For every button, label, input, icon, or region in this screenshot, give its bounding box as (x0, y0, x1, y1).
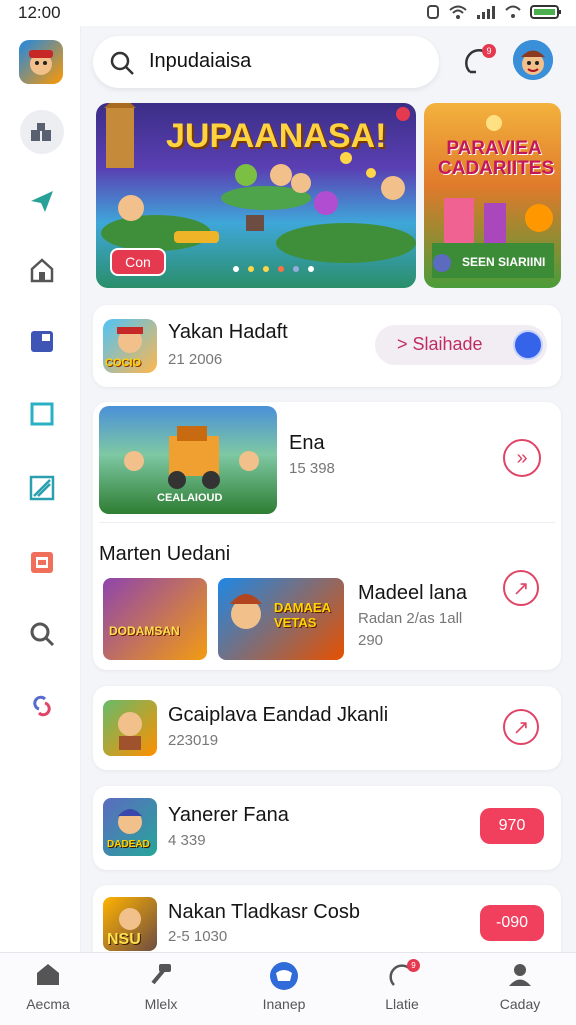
tab-aecma[interactable]: Aecma (0, 961, 96, 1012)
game-thumbnail: DADEAD (103, 798, 157, 856)
banner-close-badge[interactable] (396, 107, 410, 121)
arrow-right-icon: » (516, 446, 528, 469)
list-group: CEALAIOUD Ena 15 398 » Marten Uedani DOD… (93, 402, 561, 670)
item-title: Yakan Hadaft (168, 321, 288, 343)
secondary-banner-title: PARAVIEA CADARIITES (438, 138, 555, 179)
app-logo[interactable] (19, 40, 63, 84)
status-bar: 12:00 (0, 0, 576, 26)
game-thumbnail-2: DAMAEA VETAS (218, 578, 344, 660)
game-thumbnail (103, 700, 157, 756)
edit-icon (29, 475, 55, 501)
game-thumbnail: CEALAIOUD (99, 406, 277, 514)
controller-icon (270, 962, 298, 990)
hammer-icon (151, 964, 171, 985)
search-icon (30, 622, 55, 647)
sidebar-item-home[interactable] (20, 248, 64, 292)
divider (99, 522, 555, 523)
item-subtitle-2: 290 (358, 632, 384, 649)
profile-icon (509, 964, 531, 986)
sidebar-item-square[interactable] (20, 392, 64, 436)
window-icon (31, 331, 53, 352)
hero-banner-secondary[interactable]: PARAVIEA CADARIITES SEEN SIARIINI (424, 103, 561, 288)
wifi-icon-2 (504, 5, 522, 24)
tab-badge: 9 (407, 959, 420, 972)
open-button[interactable]: » (503, 439, 541, 477)
sidebar-item-window[interactable] (20, 319, 64, 363)
wifi-icon (448, 5, 468, 24)
search-input[interactable]: Inpudaiaisa (149, 50, 251, 73)
item-title: Gcaiplava Eandad Jkanli (168, 704, 389, 726)
bottom-nav: Aecma Mlelx Inanep 9 Llatie Caday (0, 952, 576, 1025)
open-button[interactable]: ↗ (503, 709, 539, 745)
chat-bubble-icon (513, 330, 543, 360)
search-bar[interactable]: Inpudaiaisa (93, 36, 439, 88)
item-title: Yanerer Fana (168, 804, 289, 826)
send-icon (31, 191, 53, 212)
item-subtitle: Radan 2/as 1all (358, 610, 463, 627)
item-title: Madeel lana (358, 582, 467, 604)
game-thumbnail: COCIO (103, 319, 157, 373)
search-icon (109, 50, 135, 81)
list-item-ena[interactable]: CEALAIOUD Ena 15 398 » (93, 402, 561, 522)
home-icon (30, 258, 54, 283)
avatar[interactable] (513, 40, 553, 80)
list-item[interactable]: COCIO Yakan Hadaft 21 2006 > Slaihade (93, 305, 561, 387)
sidebar-item-edit[interactable] (20, 466, 64, 510)
item-subtitle: 15 398 (289, 460, 335, 477)
blocks-icon (31, 123, 51, 141)
signal-icon (476, 5, 496, 24)
sidebar-item-gallery[interactable] (20, 540, 64, 584)
sidebar-item-search[interactable] (20, 612, 64, 656)
square-icon (30, 402, 54, 426)
item-subtitle: 21 2006 (168, 351, 223, 368)
hero-banner-title: JUPAANASA! (166, 117, 387, 155)
character-logo-icon (29, 50, 53, 75)
battery-icon (530, 4, 562, 25)
tab-mlelx[interactable]: Mlelx (113, 961, 209, 1012)
item-subtitle: 4 339 (168, 832, 206, 849)
tab-llatie[interactable]: 9 Llatie (354, 959, 450, 1012)
character-thumbnail-icon (118, 712, 142, 750)
list-item[interactable]: DADEAD Yanerer Fana 4 339 970 (93, 786, 561, 870)
home-icon (37, 964, 59, 985)
arrow-up-right-icon: ↗ (512, 716, 530, 739)
list-item-madeel[interactable]: DODAMSAN DAMAEA VETAS Madeel lana Radan … (93, 570, 561, 667)
sidebar (0, 26, 81, 952)
link-icon (33, 695, 51, 717)
avatar-character-icon (513, 40, 553, 80)
open-button[interactable]: ↗ (503, 570, 539, 606)
game-thumbnail-1: DODAMSAN (103, 578, 207, 660)
item-title: Nakan Tladkasr Cosb (168, 901, 360, 923)
list-item[interactable]: Gcaiplava Eandad Jkanli 223019 ↗ (93, 686, 561, 770)
alarm-icon (426, 5, 440, 24)
item-title: Ena (289, 432, 325, 454)
section-title: Marten Uedani (99, 543, 231, 565)
gallery-icon (31, 552, 53, 573)
notification-badge: 9 (482, 44, 496, 58)
item-subtitle: 223019 (168, 732, 219, 749)
sidebar-item-grid[interactable] (20, 110, 64, 154)
slaihade-button[interactable]: > Slaihade (375, 325, 547, 365)
hero-banner-main[interactable]: JUPAANASA! Con (96, 103, 416, 288)
sidebar-item-send[interactable] (20, 179, 64, 223)
game-thumbnail: NSU (103, 897, 157, 951)
hero-banner-button[interactable]: Con (110, 248, 166, 276)
tab-inanep[interactable]: Inanep (236, 961, 332, 1012)
status-time: 12:00 (18, 3, 61, 22)
notification-button[interactable]: 9 (462, 44, 498, 80)
secondary-banner-caption: SEEN SIARIINI (462, 255, 546, 269)
arrow-up-right-icon: ↗ (512, 577, 530, 600)
item-subtitle: 2-5 1030 (168, 928, 228, 945)
price-button[interactable]: -090 (480, 905, 544, 941)
tab-caday[interactable]: Caday (472, 961, 568, 1012)
price-button[interactable]: 970 (480, 808, 544, 844)
sidebar-item-link[interactable] (20, 684, 64, 728)
